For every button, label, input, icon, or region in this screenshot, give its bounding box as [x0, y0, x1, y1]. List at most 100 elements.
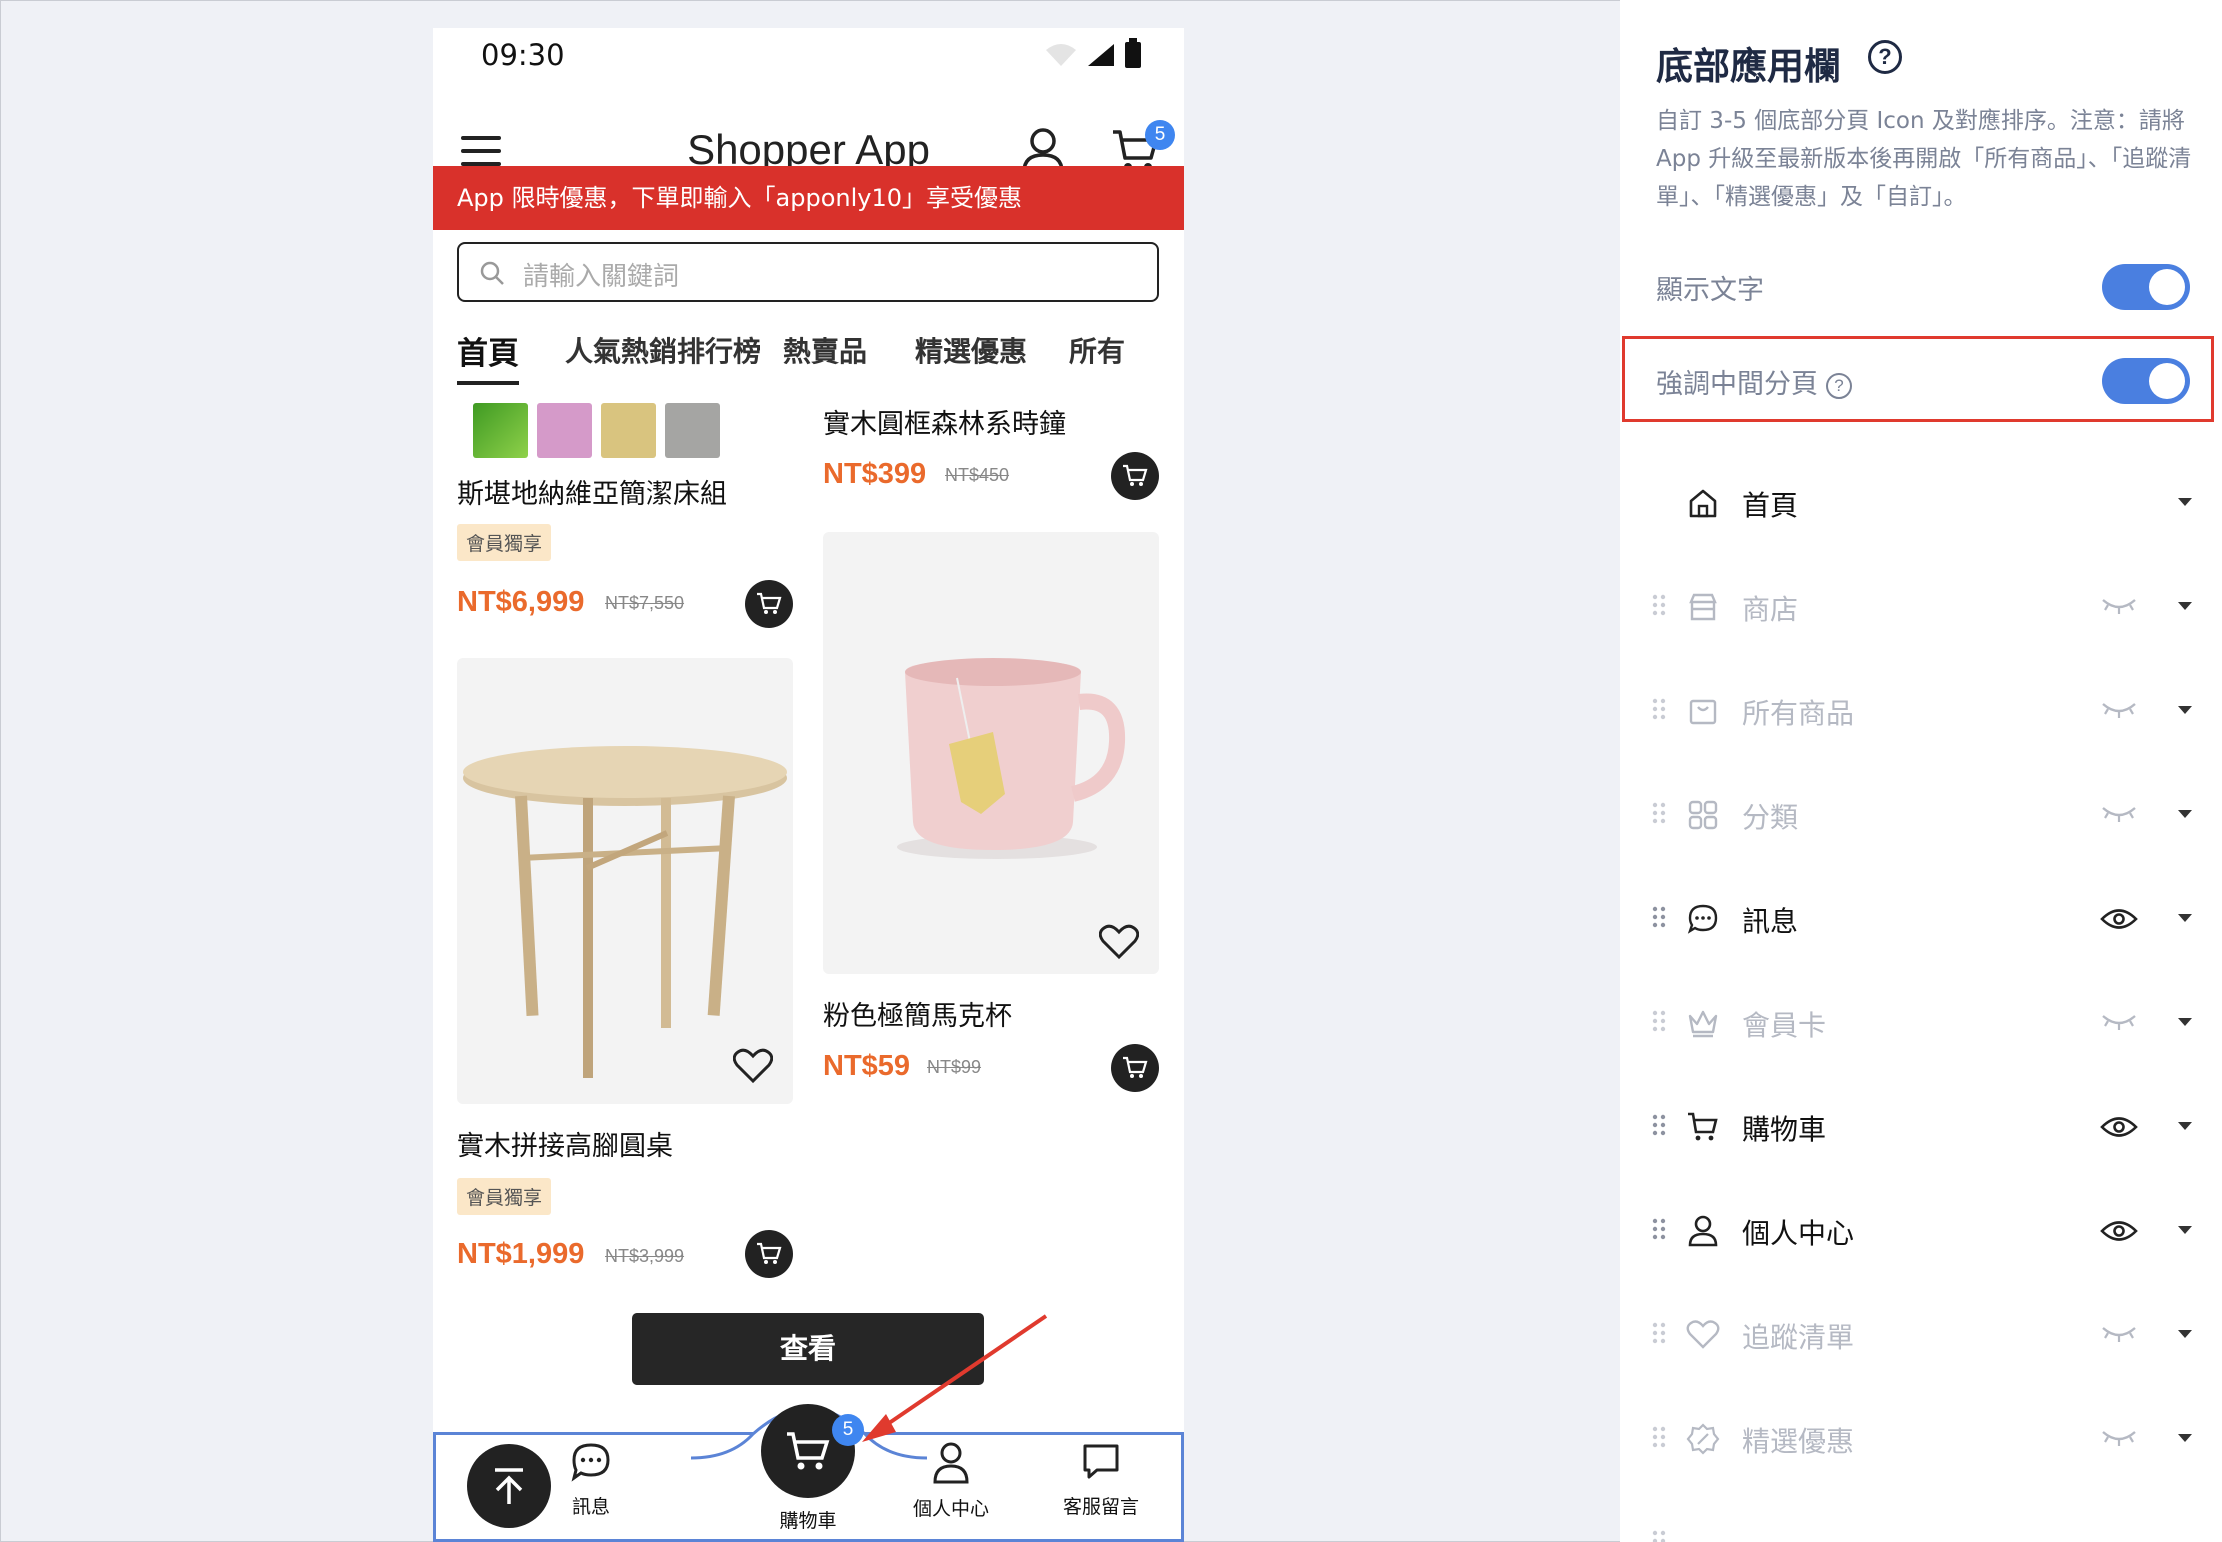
panel-title: 底部應用欄 [1656, 45, 1841, 88]
status-icons [1044, 38, 1142, 68]
view-more-button[interactable]: 查看 [632, 1313, 984, 1385]
tab-config-item-partial[interactable] [1620, 1492, 2222, 1542]
cart-icon [757, 592, 782, 614]
product-image-mug[interactable] [823, 532, 1159, 974]
eye-closed-icon[interactable] [2100, 1322, 2138, 1344]
eye-closed-icon[interactable] [2100, 594, 2138, 616]
tab-config-item-member-card[interactable]: 會員卡 [1620, 972, 2222, 1076]
swatch-green[interactable] [473, 403, 528, 458]
arrow-up-icon [495, 1468, 523, 1504]
heart-icon [1686, 1320, 1720, 1349]
tab-config-label: 訊息 [1742, 905, 1799, 938]
chevron-down-icon[interactable] [2178, 810, 2192, 818]
chevron-down-icon[interactable] [2178, 602, 2192, 610]
add-to-cart-button[interactable] [1111, 1044, 1159, 1092]
chevron-down-icon[interactable] [2178, 1330, 2192, 1338]
drag-handle-icon[interactable] [1652, 802, 1666, 824]
swatch-pink[interactable] [537, 403, 592, 458]
chat-icon [1687, 904, 1718, 934]
help-icon[interactable]: ? [1868, 40, 1902, 74]
tab-config-item-category[interactable]: 分類 [1620, 764, 2222, 868]
product-price: NT$399 [823, 458, 927, 490]
eye-open-icon[interactable] [2100, 1218, 2138, 1244]
tabbar-item-profile[interactable]: 個人中心 [891, 1442, 1011, 1521]
product-price: NT$1,999 [457, 1238, 585, 1270]
product-name[interactable]: 斯堪地納維亞簡潔床組 [457, 472, 727, 511]
category-icon [1688, 800, 1718, 830]
tab-config-item-all-products[interactable]: 所有商品 [1620, 660, 2222, 764]
search-input[interactable]: 請輸入關鍵詞 [457, 242, 1159, 302]
tab-config-item-store[interactable]: 商店 [1620, 556, 2222, 660]
heart-icon[interactable] [1099, 924, 1139, 960]
message-icon [1083, 1444, 1119, 1479]
drag-handle-icon[interactable] [1652, 1218, 1666, 1240]
drag-handle-icon[interactable] [1652, 1530, 1666, 1542]
eye-open-icon[interactable] [2100, 906, 2138, 932]
eye-closed-icon[interactable] [2100, 802, 2138, 824]
add-to-cart-button[interactable] [745, 1230, 793, 1278]
add-to-cart-button[interactable] [1111, 452, 1159, 500]
drag-handle-icon[interactable] [1652, 1010, 1666, 1032]
battery-icon [1125, 38, 1141, 68]
cart-icon [757, 1242, 782, 1264]
phone-preview: 09:30 Shopper App 5 App 限時優惠，下單即輸入「appon… [433, 28, 1184, 1542]
product-old-price: NT$3,999 [605, 1246, 685, 1266]
show-text-toggle[interactable] [2102, 264, 2190, 310]
chevron-down-icon[interactable] [2178, 1122, 2192, 1130]
chevron-down-icon[interactable] [2178, 914, 2192, 922]
tabbar-cart-badge: 5 [832, 1414, 864, 1446]
tab-config-item-wishlist[interactable]: 追蹤清單 [1620, 1284, 2222, 1388]
tab-featured-deals[interactable]: 精選優惠 [915, 330, 1027, 370]
drag-handle-icon[interactable] [1652, 1322, 1666, 1344]
tabbar-item-support[interactable]: 客服留言 [1041, 1442, 1161, 1519]
promo-banner[interactable]: App 限時優惠，下單即輸入「apponly10」享受優惠 [433, 166, 1184, 230]
eye-closed-icon[interactable] [2100, 1426, 2138, 1448]
category-tabs: 首頁 人氣熱銷排行榜 熱賣品 精選優惠 所有 [457, 328, 1184, 385]
product-image-table[interactable] [457, 658, 793, 1104]
home-icon [1689, 489, 1717, 518]
tab-config-label: 會員卡 [1742, 1009, 1827, 1042]
tabbar-label: 客服留言 [1062, 1496, 1139, 1518]
chevron-down-icon[interactable] [2178, 1018, 2192, 1026]
emphasize-middle-label: 強調中間分頁? [1656, 362, 1852, 401]
tab-config-item-home[interactable]: 首頁 [1620, 452, 2222, 556]
tab-bestsellers[interactable]: 人氣熱銷排行榜 [565, 330, 761, 370]
cart-icon [1688, 1112, 1718, 1141]
eye-open-icon[interactable] [2100, 1114, 2138, 1140]
tab-config-label: 首頁 [1742, 489, 1799, 522]
tabbar-item-messages[interactable]: 訊息 [531, 1442, 651, 1519]
add-to-cart-button[interactable] [745, 580, 793, 628]
tab-config-item-featured-deals[interactable]: 精選優惠 [1620, 1388, 2222, 1492]
product-name[interactable]: 實木拼接高腳圓桌 [457, 1124, 673, 1163]
tab-config-item-cart[interactable]: 購物車 [1620, 1076, 2222, 1180]
chevron-down-icon[interactable] [2178, 706, 2192, 714]
drag-handle-icon[interactable] [1652, 1426, 1666, 1448]
tab-hot-items[interactable]: 熱賣品 [783, 330, 867, 370]
help-icon[interactable]: ? [1826, 372, 1852, 399]
tab-config-item-messages[interactable]: 訊息 [1620, 868, 2222, 972]
product-name[interactable]: 粉色極簡馬克杯 [823, 994, 1012, 1033]
chevron-down-icon[interactable] [2178, 1226, 2192, 1234]
chevron-down-icon[interactable] [2178, 1434, 2192, 1442]
chevron-down-icon[interactable] [2178, 498, 2192, 506]
tab-home[interactable]: 首頁 [457, 328, 519, 385]
eye-closed-icon[interactable] [2100, 1010, 2138, 1032]
product-price: NT$59 [823, 1050, 911, 1082]
tab-config-item-profile[interactable]: 個人中心 [1620, 1180, 2222, 1284]
product-name[interactable]: 實木圓框森林系時鐘 [823, 402, 1066, 441]
product-price: NT$6,999 [457, 586, 585, 618]
swatch-beige[interactable] [601, 403, 656, 458]
drag-handle-icon[interactable] [1652, 906, 1666, 928]
signal-icon [1088, 44, 1114, 66]
drag-handle-icon[interactable] [1652, 698, 1666, 720]
swatch-gray[interactable] [665, 403, 720, 458]
tab-all[interactable]: 所有 [1069, 330, 1125, 370]
emphasize-middle-toggle[interactable] [2102, 358, 2190, 404]
cart-badge: 5 [1145, 120, 1175, 150]
drag-handle-icon[interactable] [1652, 1114, 1666, 1136]
heart-icon[interactable] [733, 1048, 773, 1084]
tabbar-label: 購物車 [779, 1510, 837, 1532]
drag-handle-icon[interactable] [1652, 594, 1666, 616]
eye-closed-icon[interactable] [2100, 698, 2138, 720]
settings-panel: 底部應用欄 ? 自訂 3-5 個底部分頁 Icon 及對應排序。注意：請將 Ap… [1620, 0, 2222, 1542]
